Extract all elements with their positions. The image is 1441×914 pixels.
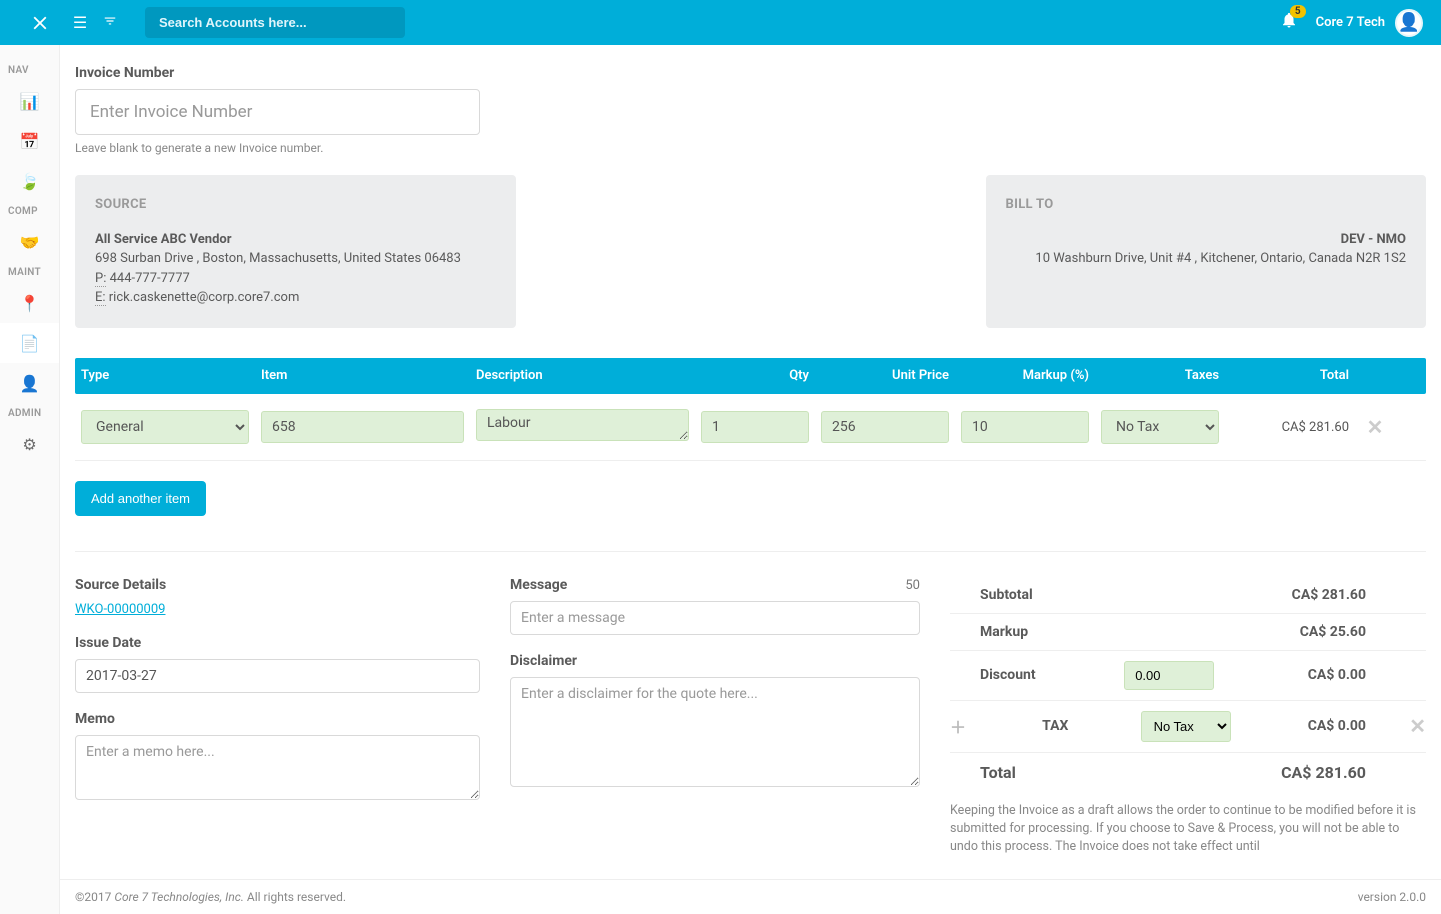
- footer-version: version 2.0.0: [1358, 890, 1426, 904]
- source-details-link[interactable]: WKO-00000009: [75, 602, 165, 617]
- tax-value: CA$ 0.00: [1308, 718, 1426, 734]
- tax-label: TAX: [1042, 718, 1068, 734]
- app-logo: [15, 0, 65, 45]
- filter-icon[interactable]: [95, 13, 125, 32]
- message-label: Message: [510, 577, 567, 593]
- issue-date-label: Issue Date: [75, 635, 480, 651]
- items-header: Type Item Description Qty Unit Price Mar…: [75, 358, 1426, 394]
- document-icon: 📄: [20, 334, 40, 353]
- handshake-icon: 🤝: [20, 233, 40, 252]
- billto-address: 10 Washburn Drive, Unit #4 , Kitchener, …: [1006, 249, 1407, 269]
- col-markup: Markup (%): [955, 368, 1095, 383]
- line-description-input[interactable]: Labour: [476, 409, 689, 441]
- calendar-icon: 📅: [20, 132, 40, 151]
- topbar: ☰ 5 Core 7 Tech 👤: [0, 0, 1441, 45]
- col-item: Item: [255, 368, 470, 383]
- line-markup-input[interactable]: [961, 411, 1089, 443]
- remove-tax-icon[interactable]: ✕: [1409, 714, 1426, 738]
- search-input[interactable]: [145, 7, 405, 38]
- footer: ©2017 Core 7 Technologies, Inc. All righ…: [60, 879, 1441, 914]
- source-address: 698 Surban Drive , Boston, Massachusetts…: [95, 249, 496, 269]
- markup-label: Markup: [950, 624, 1028, 640]
- invoice-number-input[interactable]: [75, 89, 480, 135]
- totals-panel: Subtotal CA$ 281.60 Markup CA$ 25.60 Dis…: [950, 577, 1426, 792]
- gear-icon: ⚙: [22, 435, 36, 454]
- source-phone: 444-777-7777: [110, 271, 190, 286]
- col-taxes: Taxes: [1095, 368, 1225, 383]
- user-menu[interactable]: Core 7 Tech 👤: [1308, 9, 1431, 37]
- subtotal-label: Subtotal: [950, 587, 1033, 603]
- billto-card: BILL TO DEV - NMO 10 Washburn Drive, Uni…: [986, 175, 1427, 328]
- discount-input[interactable]: [1124, 661, 1214, 690]
- line-total: CA$ 281.60: [1282, 420, 1349, 435]
- source-title: SOURCE: [95, 195, 496, 215]
- invoice-number-label: Invoice Number: [75, 65, 480, 81]
- sidebar-item-calendar[interactable]: 📅: [0, 121, 59, 161]
- billto-title: BILL TO: [1006, 195, 1407, 215]
- col-total: Total: [1225, 368, 1355, 383]
- markup-value: CA$ 25.60: [1300, 624, 1426, 640]
- sidebar-group-comp: COMP: [0, 201, 59, 222]
- line-type-select[interactable]: General: [81, 410, 249, 444]
- source-name: All Service ABC Vendor: [95, 230, 496, 250]
- total-value: CA$ 281.60: [1281, 763, 1426, 782]
- add-item-button[interactable]: Add another item: [75, 481, 206, 516]
- col-description: Description: [470, 368, 695, 383]
- sidebar-item-person[interactable]: 👤: [0, 363, 59, 403]
- notifications-button[interactable]: 5: [1270, 11, 1308, 34]
- avatar: 👤: [1395, 9, 1423, 37]
- discount-label: Discount: [950, 667, 1036, 683]
- pin-icon: 📍: [20, 294, 40, 313]
- delete-line-icon[interactable]: ✕: [1367, 415, 1384, 439]
- notification-badge: 5: [1290, 5, 1306, 18]
- sidebar-item-leaf[interactable]: 🍃: [0, 161, 59, 201]
- menu-toggle-icon[interactable]: ☰: [65, 13, 95, 32]
- issue-date-input[interactable]: [75, 659, 480, 693]
- add-tax-icon[interactable]: ＋: [950, 714, 970, 738]
- sidebar: NAV 📊 📅 🍃 COMP 🤝 MAINT 📍 📄 👤 ADMIN ⚙: [0, 45, 60, 914]
- memo-textarea[interactable]: [75, 735, 480, 800]
- sidebar-group-nav: NAV: [0, 60, 59, 81]
- disclaimer-textarea[interactable]: [510, 677, 920, 787]
- line-taxes-select[interactable]: No Tax: [1101, 410, 1219, 444]
- sidebar-item-invoice[interactable]: 📄: [0, 323, 59, 363]
- footer-company: Core 7 Technologies, Inc.: [114, 890, 244, 904]
- footer-copyright-suffix: All rights reserved.: [244, 890, 346, 904]
- source-details-label: Source Details: [75, 577, 480, 593]
- sidebar-item-comp[interactable]: 🤝: [0, 222, 59, 262]
- discount-value: CA$ 0.00: [1308, 667, 1426, 683]
- memo-label: Memo: [75, 711, 480, 727]
- sidebar-group-admin: ADMIN: [0, 403, 59, 424]
- leaf-icon: 🍃: [20, 172, 40, 191]
- source-card: SOURCE All Service ABC Vendor 698 Surban…: [75, 175, 516, 328]
- subtotal-value: CA$ 281.60: [1292, 587, 1426, 603]
- col-type: Type: [75, 368, 255, 383]
- total-label: Total: [950, 763, 1016, 782]
- sidebar-item-settings[interactable]: ⚙: [0, 424, 59, 464]
- message-input[interactable]: [510, 601, 920, 635]
- footer-copyright-prefix: ©2017: [75, 890, 114, 904]
- disclaimer-label: Disclaimer: [510, 653, 920, 669]
- main-content: Invoice Number Leave blank to generate a…: [60, 45, 1441, 914]
- sidebar-item-location[interactable]: 📍: [0, 283, 59, 323]
- person-icon: 👤: [20, 374, 40, 393]
- source-email-label: E:: [95, 290, 106, 306]
- user-name: Core 7 Tech: [1316, 15, 1385, 30]
- source-email: rick.caskenette@corp.core7.com: [109, 290, 300, 305]
- col-unit-price: Unit Price: [815, 368, 955, 383]
- invoice-number-helper: Leave blank to generate a new Invoice nu…: [75, 141, 480, 155]
- source-phone-label: P:: [95, 271, 106, 287]
- line-item-input[interactable]: [261, 411, 464, 443]
- draft-note: Keeping the Invoice as a draft allows th…: [950, 802, 1426, 856]
- line-qty-input[interactable]: [701, 411, 809, 443]
- dashboard-icon: 📊: [20, 92, 40, 111]
- col-qty: Qty: [695, 368, 815, 383]
- line-item-row: General Labour No Tax CA$ 281.60 ✕: [75, 394, 1426, 461]
- tax-select[interactable]: No Tax: [1141, 711, 1231, 742]
- message-counter: 50: [905, 578, 920, 593]
- sidebar-item-dashboard[interactable]: 📊: [0, 81, 59, 121]
- line-unit-price-input[interactable]: [821, 411, 949, 443]
- billto-name: DEV - NMO: [1006, 230, 1407, 250]
- sidebar-group-maint: MAINT: [0, 262, 59, 283]
